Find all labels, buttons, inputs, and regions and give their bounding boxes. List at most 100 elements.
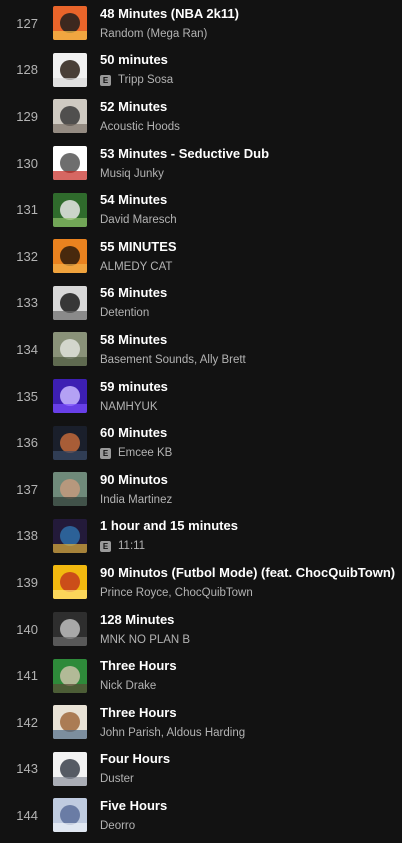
track-row[interactable]: 141 Three Hours Nick Drake <box>0 652 402 699</box>
track-row[interactable]: 133 56 Minutes Detention <box>0 280 402 327</box>
album-art-shape <box>53 543 87 553</box>
track-artist[interactable]: 11:11 <box>118 539 145 553</box>
track-artist[interactable]: Duster <box>100 772 134 786</box>
album-art[interactable] <box>53 192 87 227</box>
track-artist[interactable]: Tripp Sosa <box>118 73 173 87</box>
track-meta: 55 MINUTES ALMEDY CAT <box>100 239 177 274</box>
album-art-shape <box>53 310 87 320</box>
album-art[interactable] <box>53 472 87 507</box>
track-index: 130 <box>16 155 38 171</box>
track-artist[interactable]: Prince Royce, ChocQuibTown <box>100 586 253 600</box>
track-index: 143 <box>16 761 38 777</box>
explicit-badge: E <box>100 447 111 459</box>
track-title[interactable]: 48 Minutes (NBA 2k11) <box>100 6 239 22</box>
track-artist[interactable]: NAMHYUK <box>100 400 158 414</box>
track-title[interactable]: Three Hours <box>100 658 177 674</box>
track-row[interactable]: 139 90 Minutos (Futbol Mode) (feat. ChocQ… <box>0 559 402 606</box>
album-art[interactable] <box>53 332 87 367</box>
track-meta: 52 Minutes Acoustic Hoods <box>100 99 180 134</box>
album-art[interactable] <box>53 425 87 460</box>
album-art-shape <box>53 357 87 367</box>
album-art-shape <box>60 292 80 313</box>
track-artist[interactable]: Random (Mega Ran) <box>100 27 207 41</box>
album-art[interactable] <box>53 239 87 274</box>
track-row[interactable]: 136 60 Minutes E Emcee KB <box>0 419 402 466</box>
track-index: 144 <box>16 807 38 823</box>
track-title[interactable]: 56 Minutes <box>100 285 167 301</box>
track-row[interactable]: 138 1 hour and 15 minutes E 11:11 <box>0 513 402 560</box>
track-row[interactable]: 129 52 Minutes Acoustic Hoods <box>0 93 402 140</box>
track-artist[interactable]: Nick Drake <box>100 679 156 693</box>
track-title[interactable]: 59 minutes <box>100 379 168 395</box>
album-art[interactable] <box>53 52 87 87</box>
album-art-shape <box>60 246 80 267</box>
album-art[interactable] <box>53 99 87 134</box>
track-title[interactable]: 90 Minutos <box>100 472 172 488</box>
track-artist[interactable]: ALMEDY CAT <box>100 260 172 274</box>
track-title[interactable]: 1 hour and 15 minutes <box>100 518 238 534</box>
album-art[interactable] <box>53 146 87 181</box>
track-artist[interactable]: Deorro <box>100 819 135 833</box>
track-row[interactable]: 128 50 minutes E Tripp Sosa <box>0 47 402 94</box>
album-art[interactable] <box>53 798 87 833</box>
track-index: 139 <box>16 574 38 590</box>
artist-line: Detention <box>100 306 167 320</box>
track-row[interactable]: 130 53 Minutes - Seductive Dub Musiq Junky <box>0 140 402 187</box>
album-art-shape <box>53 264 87 274</box>
track-title[interactable]: 58 Minutes <box>100 332 246 348</box>
track-artist[interactable]: India Martinez <box>100 493 172 507</box>
track-index: 142 <box>16 714 38 730</box>
track-title[interactable]: 53 Minutes - Seductive Dub <box>100 146 269 162</box>
track-artist[interactable]: John Parish, Aldous Harding <box>100 726 245 740</box>
track-artist[interactable]: David Maresch <box>100 213 177 227</box>
album-art-shape <box>53 637 87 647</box>
track-title[interactable]: 60 Minutes <box>100 425 172 441</box>
album-art-shape <box>53 77 87 87</box>
track-meta: 48 Minutes (NBA 2k11) Random (Mega Ran) <box>100 6 239 41</box>
track-meta: 54 Minutes David Maresch <box>100 192 177 227</box>
album-art[interactable] <box>53 565 87 600</box>
album-art[interactable] <box>53 285 87 320</box>
track-artist[interactable]: MNK NO PLAN B <box>100 633 190 647</box>
track-row[interactable]: 144 Five Hours Deorro <box>0 792 402 839</box>
track-index: 135 <box>16 388 38 404</box>
track-row[interactable]: 137 90 Minutos India Martinez <box>0 466 402 513</box>
track-row[interactable]: 131 54 Minutes David Maresch <box>0 186 402 233</box>
track-title[interactable]: Five Hours <box>100 798 167 814</box>
track-artist[interactable]: Detention <box>100 306 149 320</box>
track-row[interactable]: 127 48 Minutes (NBA 2k11) Random (Mega Ran… <box>0 0 402 47</box>
track-artist[interactable]: Musiq Junky <box>100 167 164 181</box>
track-title[interactable]: Four Hours <box>100 751 170 767</box>
track-row[interactable]: 142 Three Hours John Parish, Aldous Hardin… <box>0 699 402 746</box>
track-title[interactable]: 50 minutes <box>100 52 173 68</box>
track-meta: 58 Minutes Basement Sounds, Ally Brett <box>100 332 246 367</box>
track-row[interactable]: 132 55 MINUTES ALMEDY CAT <box>0 233 402 280</box>
track-artist[interactable]: Acoustic Hoods <box>100 120 180 134</box>
track-row[interactable]: 134 58 Minutes Basement Sounds, Ally Brett <box>0 326 402 373</box>
track-title[interactable]: 90 Minutos (Futbol Mode) (feat. ChocQuib… <box>100 565 395 581</box>
track-title[interactable]: Three Hours <box>100 705 245 721</box>
track-meta: 1 hour and 15 minutes E 11:11 <box>100 518 238 553</box>
album-art[interactable] <box>53 658 87 693</box>
track-row[interactable]: 143 Four Hours Duster <box>0 746 402 793</box>
track-row[interactable]: 140 128 Minutes MNK NO PLAN B <box>0 606 402 653</box>
album-art[interactable] <box>53 612 87 647</box>
track-title[interactable]: 55 MINUTES <box>100 239 177 255</box>
track-artist[interactable]: Emcee KB <box>118 446 172 460</box>
track-row[interactable]: 135 59 minutes NAMHYUK <box>0 373 402 420</box>
track-title[interactable]: 52 Minutes <box>100 99 180 115</box>
track-artist[interactable]: Basement Sounds, Ally Brett <box>100 353 246 367</box>
track-title[interactable]: 54 Minutes <box>100 192 177 208</box>
album-art[interactable] <box>53 751 87 786</box>
track-meta: Five Hours Deorro <box>100 798 167 833</box>
album-art[interactable] <box>53 705 87 740</box>
album-art-shape <box>60 525 80 546</box>
album-art-shape <box>60 572 80 593</box>
album-art-shape <box>53 124 87 134</box>
artist-line: Prince Royce, ChocQuibTown <box>100 586 395 600</box>
album-art[interactable] <box>53 379 87 414</box>
album-art[interactable] <box>53 6 87 41</box>
track-title[interactable]: 128 Minutes <box>100 612 190 628</box>
album-art[interactable] <box>53 518 87 553</box>
album-art-shape <box>60 619 80 640</box>
